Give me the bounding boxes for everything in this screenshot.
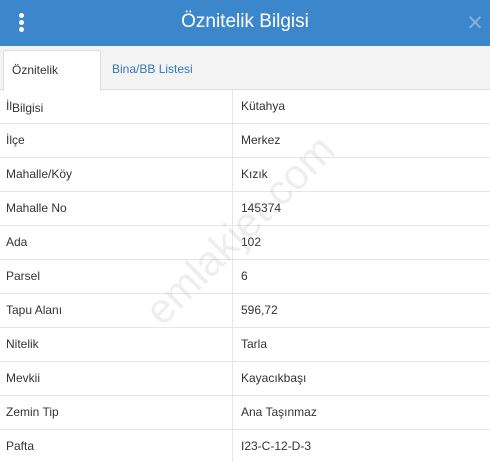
row-value: Tarla — [241, 337, 268, 351]
panel-title: Öznitelik Bilgisi — [181, 11, 309, 32]
panel-header: Öznitelik Bilgisi × — [0, 0, 490, 46]
table-row: İl Kütahya — [0, 90, 490, 124]
row-value: 102 — [241, 235, 262, 249]
row-label: Mevkii — [6, 371, 41, 385]
attribute-table: İl Kütahya İlçe Merkez Mahalle/Köy Kızık… — [0, 90, 490, 462]
row-label: Pafta — [6, 439, 35, 453]
table-row: Parsel 6 — [0, 260, 490, 294]
row-value: I23-C-12-D-3 — [241, 439, 312, 453]
row-value: 596,72 — [241, 303, 278, 317]
table-row: Tapu Alanı 596,72 — [0, 294, 490, 328]
row-label: Mahalle/Köy — [6, 167, 73, 181]
row-value: Kütahya — [241, 99, 286, 113]
tab-oznitelik-bilgisi[interactable]: Öznitelik Bilgisi — [3, 50, 101, 115]
tab-bina-bb-listesi[interactable]: Bina/BB Listesi — [104, 50, 214, 91]
row-value: Kayacıkbaşı — [241, 371, 307, 385]
row-value: Merkez — [241, 133, 281, 147]
table-row: Mevkii Kayacıkbaşı — [0, 362, 490, 396]
table-row: Zemin Tip Ana Taşınmaz — [0, 396, 490, 430]
row-value: Kızık — [241, 167, 268, 181]
row-label: Mahalle No — [6, 201, 67, 215]
row-label: Nitelik — [6, 337, 39, 351]
row-label: İl — [6, 99, 12, 113]
table-row: Pafta I23-C-12-D-3 — [0, 430, 490, 462]
row-label: Zemin Tip — [6, 405, 59, 419]
table-row: Mahalle No 145374 — [0, 192, 490, 226]
row-label: Ada — [6, 235, 28, 249]
table-row: Ada 102 — [0, 226, 490, 260]
row-label: İlçe — [6, 133, 25, 147]
row-value: Ana Taşınmaz — [241, 405, 317, 419]
row-value: 145374 — [241, 201, 282, 215]
row-value: 6 — [241, 269, 248, 283]
table-row: Nitelik Tarla — [0, 328, 490, 362]
row-label: Tapu Alanı — [6, 303, 63, 317]
tab-bar: Öznitelik Bilgisi Bina/BB Listesi — [0, 46, 490, 115]
table-row: İlçe Merkez — [0, 124, 490, 158]
table-row: Mahalle/Köy Kızık — [0, 158, 490, 192]
row-label: Parsel — [6, 269, 41, 283]
close-icon[interactable]: × — [466, 12, 484, 33]
